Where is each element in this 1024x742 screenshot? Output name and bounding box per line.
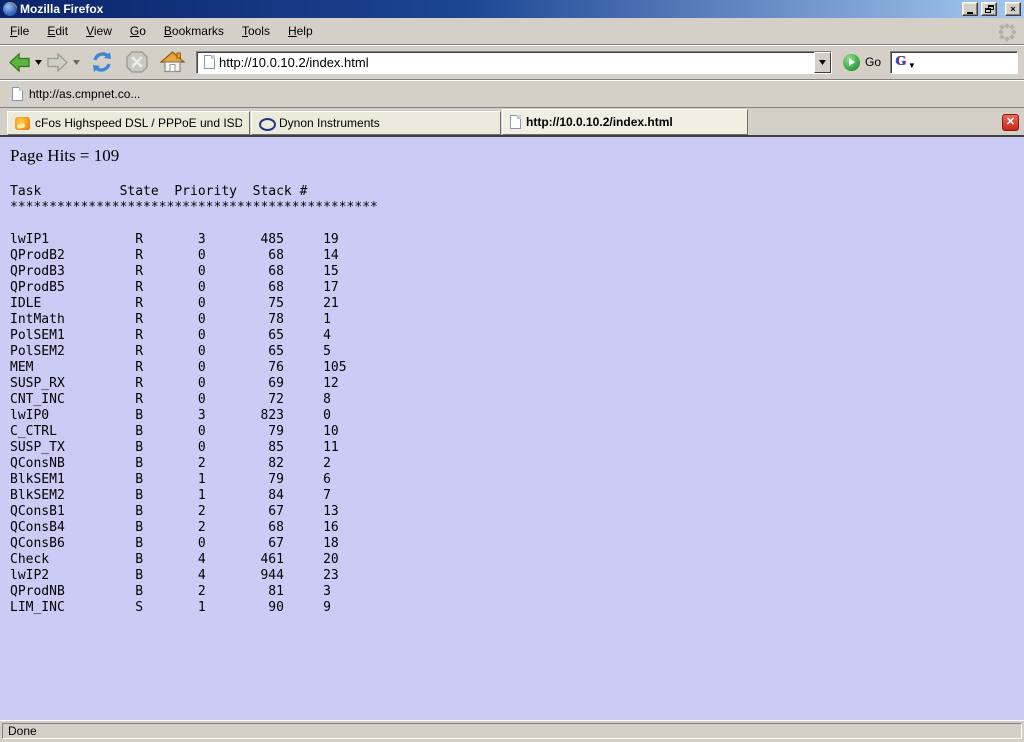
tab-bar: cFos Highspeed DSL / PPPoE und ISDN CAP.… [0,108,1024,137]
bookmark-label: http://as.cmpnet.co... [29,87,140,101]
menu-item-bookmarks[interactable]: Bookmarks [155,19,233,43]
page-icon [204,55,215,69]
back-arrow-icon [8,51,31,74]
window-title: Mozilla Firefox [20,2,959,16]
page-content: Page Hits = 109 Task State Priority Stac… [0,137,1024,720]
minimize-button[interactable] [962,2,978,16]
reload-icon [90,50,114,74]
google-g-icon: G [895,55,906,69]
go-button[interactable] [843,54,860,71]
go-label: Go [865,55,881,69]
restore-button[interactable] [981,2,997,16]
throbber-icon [998,23,1016,41]
browser-window: Mozilla Firefox × FileEditViewGoBookmark… [0,0,1024,742]
back-dropdown[interactable] [34,51,43,73]
forward-dropdown[interactable] [72,51,81,73]
back-button[interactable] [6,49,33,76]
stop-icon [125,50,149,74]
close-button[interactable]: × [1005,2,1021,16]
tab-3[interactable]: http://10.0.10.2/index.html [502,109,748,135]
status-bar: Done [0,720,1024,742]
chevron-down-icon [73,60,80,65]
bookmarks-toolbar: http://as.cmpnet.co... [0,80,1024,108]
menu-item-file[interactable]: File [1,19,38,43]
tab-label: Dynon Instruments [279,116,380,130]
search-input[interactable]: G ▼ [890,51,1018,74]
page-icon [12,87,23,101]
dynon-favicon-icon [259,117,274,129]
tab-2[interactable]: Dynon Instruments [251,111,501,135]
firefox-logo-icon [3,2,17,16]
menu-item-help[interactable]: Help [279,19,322,43]
tab-label: cFos Highspeed DSL / PPPoE und ISDN CAP.… [35,116,242,130]
home-button[interactable] [158,48,187,76]
menu-item-go[interactable]: Go [121,19,155,43]
tabs-container: cFos Highspeed DSL / PPPoE und ISDN CAP.… [7,109,1020,135]
chevron-down-icon [35,60,42,65]
close-icon: × [1010,5,1015,14]
title-bar: Mozilla Firefox × [0,0,1024,18]
reload-button[interactable] [88,48,116,76]
close-tab-button[interactable]: ✕ [1002,114,1019,131]
task-table: Task State Priority Stack # ************… [10,184,1024,616]
menu-bar-items: FileEditViewGoBookmarksToolsHelp [1,19,322,43]
url-dropdown-button[interactable] [814,52,831,73]
home-icon [160,50,185,74]
restore-icon [985,5,994,13]
forward-arrow-icon [46,51,69,74]
forward-button[interactable] [44,49,71,76]
menu-item-tools[interactable]: Tools [233,19,279,43]
tab-label: http://10.0.10.2/index.html [526,115,673,129]
menu-bar: FileEditViewGoBookmarksToolsHelp [0,18,1024,45]
url-bar[interactable]: http://10.0.10.2/index.html [196,51,832,74]
go-play-icon [849,58,855,66]
bookmark-item[interactable]: http://as.cmpnet.co... [8,84,144,104]
menu-item-edit[interactable]: Edit [38,19,77,43]
navigation-toolbar: http://10.0.10.2/index.html Go G ▼ [0,45,1024,80]
search-engine-dropdown[interactable]: ▼ [908,61,916,70]
menu-item-view[interactable]: View [77,19,121,43]
page-hits-text: Page Hits = 109 [10,146,1024,166]
stop-button[interactable] [123,48,151,76]
page-icon [510,115,521,129]
status-text: Done [2,723,1022,739]
url-input[interactable]: http://10.0.10.2/index.html [219,55,814,70]
tab-1[interactable]: cFos Highspeed DSL / PPPoE und ISDN CAP.… [7,111,250,135]
chevron-down-icon [819,60,826,65]
cfos-favicon-icon [15,117,30,130]
